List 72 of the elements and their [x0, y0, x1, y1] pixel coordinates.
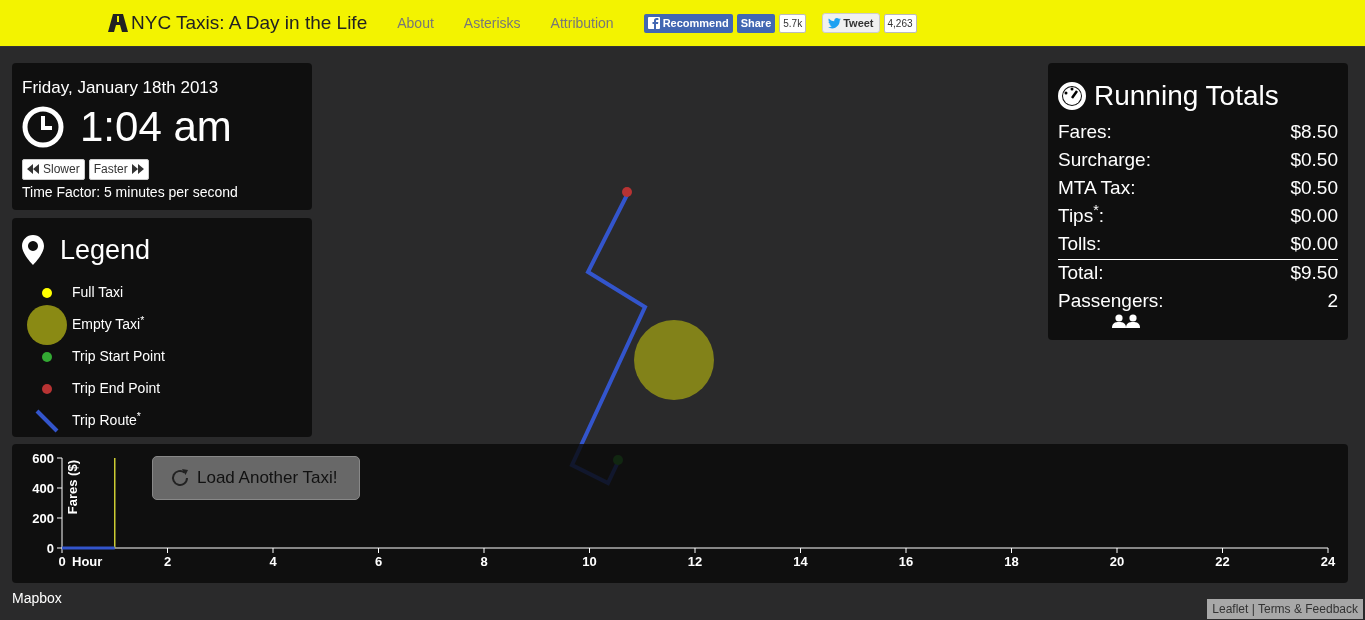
tick-label: 18 [1004, 554, 1019, 569]
tick-label: 400 [32, 481, 54, 496]
faster-button[interactable]: Faster [88, 158, 149, 180]
road-icon [108, 14, 128, 32]
map-pin-icon [22, 235, 44, 266]
person-icon [1112, 314, 1126, 328]
leaflet-link[interactable]: Leaflet [1212, 602, 1249, 616]
dashboard-icon [1058, 82, 1086, 110]
tick-label: 20 [1109, 554, 1125, 569]
tick-label: 2 [163, 554, 172, 569]
end-point-dot [622, 187, 632, 197]
total-label: Fares: [1058, 120, 1112, 144]
total-value: $0.00 [1290, 232, 1338, 256]
total-value: $0.50 [1290, 176, 1338, 200]
load-taxi-button[interactable]: Load Another Taxi! [152, 456, 360, 500]
total-label: MTA Tax: [1058, 176, 1136, 200]
axis-label: Fares ($) [65, 460, 80, 515]
legend-label: Trip End Point [72, 379, 161, 398]
tick-label: 200 [32, 511, 54, 526]
mapbox-label: Mapbox [12, 589, 62, 608]
tick-label: 16 [898, 554, 914, 569]
total-label: Tolls: [1058, 232, 1102, 256]
separator-text: | [1250, 602, 1256, 616]
date-text: Friday, January 18th 2013 [22, 77, 220, 99]
fares-line [62, 546, 115, 550]
person-icon [1126, 314, 1140, 328]
total-label: Surcharge: [1058, 148, 1151, 172]
rewind-icon [27, 164, 39, 174]
total-value: $9.50 [1290, 261, 1338, 285]
bird-icon [828, 17, 842, 29]
time-text: 1:04 am [80, 101, 232, 152]
tick-label: 4 [269, 554, 277, 569]
recommend-button[interactable]: Recommend [643, 13, 733, 33]
axis-label: Hour [72, 554, 103, 569]
brand-title[interactable]: NYC Taxis: A Day in the Life [131, 8, 368, 38]
legend-label: Trip Route$^{*}$ [72, 410, 141, 430]
nav-link[interactable]: Attribution [550, 12, 614, 34]
tick-label: 24 [1320, 554, 1336, 569]
legend-label: Full Taxi [72, 283, 124, 302]
total-value: 2 [1327, 289, 1338, 313]
fast-forward-icon [131, 164, 144, 174]
terms-link[interactable]: Terms & Feedback [1257, 602, 1358, 616]
tick-label: 6 [374, 554, 383, 569]
share-button[interactable]: Share [736, 13, 776, 33]
totals-title: Running Totals [1094, 79, 1279, 113]
tick-label: 600 [32, 451, 54, 466]
slower-button[interactable]: Slower [22, 158, 85, 180]
refresh-icon [169, 467, 191, 489]
share-count: 5.7k [779, 13, 807, 33]
total-value: $0.00 [1290, 204, 1338, 228]
nav-link[interactable]: About [397, 12, 434, 34]
total-value: $8.50 [1290, 120, 1338, 144]
total-label: Tips$^{*}$: [1058, 203, 1105, 228]
tweet-count: 4,263 [883, 13, 917, 33]
legend-label: Trip Start Point [72, 347, 165, 366]
tick-label: 22 [1215, 554, 1230, 569]
tick-label: 10 [582, 554, 597, 569]
tick-label: 14 [793, 554, 808, 569]
total-label: Passengers: [1058, 289, 1164, 313]
total-value: $0.50 [1290, 148, 1338, 172]
tick-label: 0 [58, 554, 66, 569]
nav-link[interactable]: Asterisks [463, 12, 521, 34]
tick-label: 8 [480, 554, 488, 569]
clock-icon [22, 105, 64, 148]
total-label: Total: [1058, 261, 1104, 285]
tick-label: 12 [687, 554, 703, 569]
facebook-icon [647, 17, 660, 29]
tweet-button[interactable]: Tweet [822, 12, 880, 34]
tick-label: 0 [46, 541, 54, 556]
legend-label: Empty Taxi$^{*}$ [72, 314, 145, 334]
time-factor-text: Time Factor: 5 minutes per second [22, 182, 239, 202]
legend-title: Legend [60, 234, 151, 267]
